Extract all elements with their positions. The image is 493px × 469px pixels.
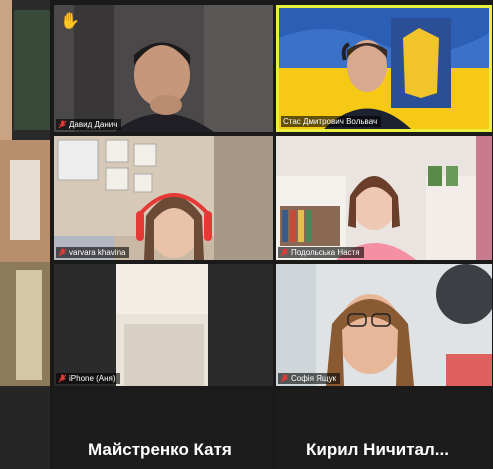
participant-name-tag: Софія Ящук [278, 373, 341, 384]
participant-tile[interactable]: ✋ Давид Данич [54, 5, 273, 132]
participant-tile[interactable]: iPhone (Аня) [54, 264, 273, 386]
participant-tile-video-off[interactable]: Кирил Ничитал... [276, 390, 492, 469]
participant-name: varvara khavina [69, 248, 126, 257]
raised-hand-icon: ✋ [60, 13, 80, 30]
mic-muted-icon [58, 374, 67, 383]
participant-name-tag: Давид Данич [56, 119, 122, 130]
participant-name: iPhone (Аня) [69, 374, 116, 383]
mic-muted-icon [58, 248, 67, 257]
participant-tile[interactable]: Подольська Настя [276, 136, 492, 260]
participant-name: Давид Данич [69, 120, 118, 129]
participant-video [276, 136, 492, 260]
participant-name: Подольська Настя [291, 248, 360, 257]
participant-tile[interactable]: Софія Ящук [276, 264, 492, 386]
participant-video [276, 264, 492, 386]
participant-tile-active-speaker[interactable]: Стас Дмитрович Вольвач [276, 5, 492, 132]
participant-name-tag: Подольська Настя [278, 247, 364, 258]
mic-muted-icon [58, 120, 67, 129]
mic-muted-icon [280, 374, 289, 383]
left-edge-strip [0, 0, 50, 469]
mic-muted-icon [280, 248, 289, 257]
participant-name-tag: iPhone (Аня) [56, 373, 120, 384]
participant-name: Софія Ящук [291, 374, 337, 383]
participant-name: Стас Дмитрович Вольвач [283, 117, 378, 126]
participant-video [279, 8, 489, 129]
participant-name-tag: Стас Дмитрович Вольвач [281, 116, 382, 127]
participant-video [54, 136, 273, 260]
participant-tile-video-off[interactable]: Майстренко Катя [54, 390, 273, 469]
participant-display-name: Майстренко Катя [88, 440, 232, 459]
participant-name-tag: varvara khavina [56, 247, 130, 258]
participant-video [54, 264, 273, 386]
participant-display-name: Кирил Ничитал... [306, 440, 449, 459]
participant-tile[interactable]: varvara khavina [54, 136, 273, 260]
participant-video [54, 5, 273, 132]
